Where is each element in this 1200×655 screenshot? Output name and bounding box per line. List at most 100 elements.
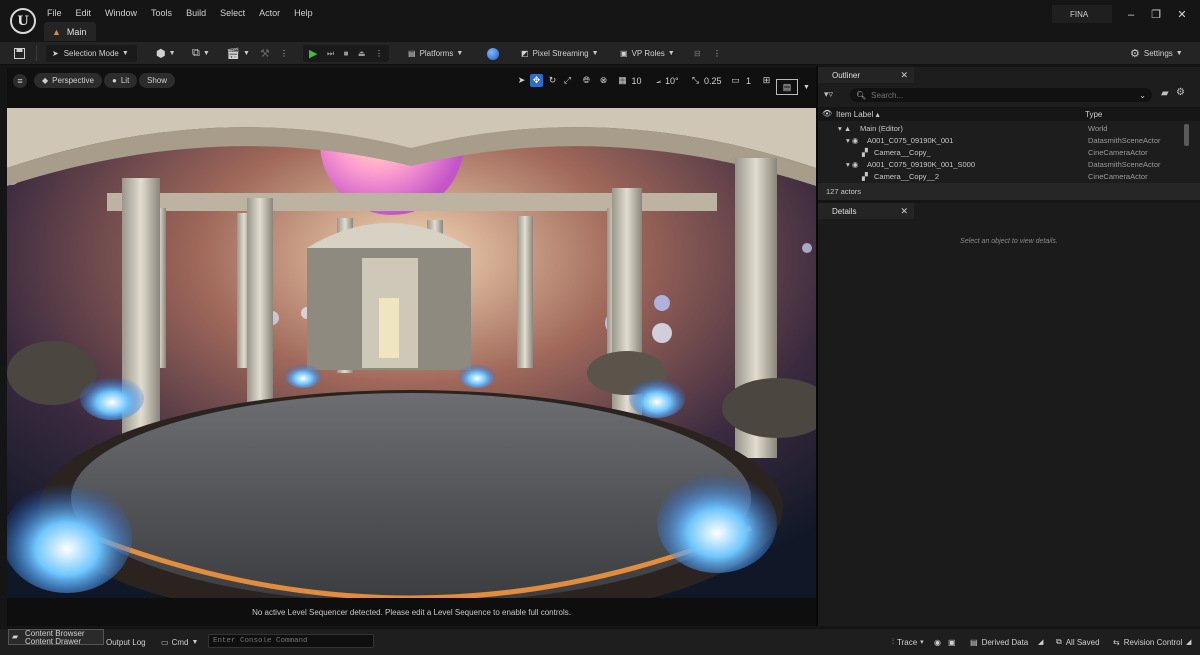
menu-build[interactable]: Build xyxy=(186,8,206,18)
rotation-snap-icon[interactable]: ⦟ xyxy=(652,74,665,87)
menu-actor[interactable]: Actor xyxy=(259,8,280,18)
status-bar: ✕ Output Log ▭ Cmd ▼ ⫶ Trace ▾ ◉ ▣ ▤ Der… xyxy=(0,628,1200,655)
outliner-row[interactable]: ▞ Camera__Copy__2 CineCameraActor xyxy=(818,172,1184,182)
screenshot-icon[interactable]: ▣ xyxy=(948,635,956,649)
console-command-input[interactable] xyxy=(208,634,374,648)
platforms-label: Platforms xyxy=(419,49,454,58)
row-label: Main (Editor) xyxy=(860,124,903,133)
show-button[interactable]: Show xyxy=(139,73,176,88)
save-all-icon: ⧉ xyxy=(1056,637,1062,646)
close-icon[interactable]: ✕ xyxy=(900,206,908,217)
maximize-button[interactable]: ❐ xyxy=(1149,8,1163,22)
title-bar: U File Edit Window Tools Build Select Ac… xyxy=(0,0,1200,42)
camera-speed-value[interactable]: 1 xyxy=(742,74,755,87)
column-type[interactable]: Type xyxy=(1085,110,1102,119)
minimize-button[interactable]: – xyxy=(1124,8,1138,22)
menu-window[interactable]: Window xyxy=(105,8,137,18)
vr-icon[interactable]: ⊟ xyxy=(694,45,701,62)
outliner-row[interactable]: ▞ Camera__Copy_ CineCameraActor xyxy=(818,148,1184,160)
add-folder-icon[interactable]: ▰ xyxy=(1161,88,1169,99)
hamburger-menu-icon[interactable]: ≡ xyxy=(13,74,27,88)
level-tab-label: Main xyxy=(66,26,87,37)
grid-snap-value[interactable]: 10 xyxy=(630,74,643,87)
add-actor-button[interactable]: ⬢ ▼ xyxy=(156,45,176,62)
search-input[interactable] xyxy=(871,90,1132,100)
chevron-down-icon: ▼ xyxy=(591,50,599,57)
modeling-tools-button[interactable]: ⚒ xyxy=(260,45,270,62)
source-control-globe-icon[interactable] xyxy=(487,45,499,62)
derived-data-button[interactable]: ▤ Derived Data xyxy=(970,635,1028,649)
chevron-down-icon[interactable]: ▼ xyxy=(800,81,813,94)
layout-icon[interactable]: ▤ xyxy=(776,79,798,95)
gear-icon[interactable]: ⚙ xyxy=(1176,87,1185,98)
close-window-button[interactable]: ✕ xyxy=(1175,8,1189,22)
scene-actor-icon: ▾ ◉ xyxy=(846,160,859,169)
visibility-eye-icon[interactable]: 👁︎ xyxy=(822,109,832,118)
record-icon[interactable]: ◉ xyxy=(934,635,941,649)
lit-button[interactable]: ● Lit xyxy=(104,73,138,88)
play-options-icon[interactable]: ⋮ xyxy=(375,49,383,58)
level-viewport[interactable]: ≡ ◆ Perspective ● Lit Show ➤ ✥ ↻ ⤢ 🌐︎ ⊗ … xyxy=(7,68,816,626)
revision-control-icon: ⇆ xyxy=(1113,637,1120,647)
chevron-down-icon: ▼ xyxy=(667,50,675,57)
cmd-dropdown[interactable]: ▭ Cmd ▼ xyxy=(161,635,198,649)
save-icon[interactable] xyxy=(14,45,25,62)
chevron-down-icon: ▼ xyxy=(456,50,464,57)
advance-frame-icon[interactable]: ⏭ xyxy=(327,49,334,59)
pixel-streaming-button[interactable]: ◩ Pixel Streaming ▼ xyxy=(521,45,599,62)
perspective-button[interactable]: ◆ Perspective xyxy=(34,73,102,88)
close-icon[interactable]: ✕ xyxy=(900,70,908,81)
blueprints-button[interactable]: ⧉ ▼ xyxy=(192,45,210,62)
rotation-snap-value[interactable]: 10° xyxy=(665,74,679,87)
maximize-viewport-icon[interactable]: ⊞ xyxy=(760,74,773,87)
eject-icon[interactable]: ⏏ xyxy=(358,49,366,58)
menu-help[interactable]: Help xyxy=(294,8,313,18)
scene-render[interactable] xyxy=(7,108,816,598)
menu-tools[interactable]: Tools xyxy=(151,8,172,18)
selection-mode-dropdown[interactable]: ➤ Selection Mode ▼ xyxy=(46,45,137,62)
output-log-button[interactable]: Output Log xyxy=(106,635,146,649)
details-tab[interactable]: Details ✕ xyxy=(818,203,914,219)
revision-control-button[interactable]: ⇆ Revision Control xyxy=(1113,635,1182,649)
scale-snap-icon[interactable]: ⤡ xyxy=(689,74,702,87)
platforms-button[interactable]: ▤ Platforms ▼ xyxy=(408,45,463,62)
outliner-row[interactable]: ▾ ▲ Main (Editor) World xyxy=(818,124,1184,136)
select-tool-icon[interactable]: ➤ xyxy=(515,74,528,87)
translate-tool-icon[interactable]: ✥ xyxy=(530,74,543,87)
toolbar-more-button-2[interactable]: ⋮ xyxy=(713,45,721,62)
outliner-scrollbar[interactable] xyxy=(1184,124,1189,146)
menu-select[interactable]: Select xyxy=(220,8,245,18)
stop-icon[interactable]: ■ xyxy=(344,49,349,58)
hammer-icon: ⚒ xyxy=(260,48,270,60)
filter-icon[interactable]: ▾▿ xyxy=(824,89,833,100)
play-icon[interactable]: ▶ xyxy=(309,47,317,60)
scale-snap-value[interactable]: 0.25 xyxy=(704,74,722,87)
settings-button[interactable]: ⚙ Settings ▼ xyxy=(1130,45,1183,62)
surface-snap-icon[interactable]: ⊗ xyxy=(597,74,610,87)
unreal-logo-icon[interactable]: U xyxy=(10,8,36,34)
grid-snap-icon[interactable]: ▦ xyxy=(616,74,629,87)
column-item-label[interactable]: Item Label ▴ xyxy=(836,110,880,119)
scale-tool-icon[interactable]: ⤢ xyxy=(561,74,574,87)
clapperboard-icon: 🎬︎ xyxy=(226,48,240,60)
menu-edit[interactable]: Edit xyxy=(76,8,92,18)
outliner-row[interactable]: ▾ ◉ A001_C075_09190K_001_S000 DatasmithS… xyxy=(818,160,1184,172)
outliner-search[interactable]: 🔍︎ ⌄ xyxy=(850,88,1152,102)
content-drawer-button[interactable]: ▰ Content Browser Content Drawer xyxy=(8,629,104,646)
camera-speed-icon[interactable]: ▭ xyxy=(729,74,742,87)
outliner-row[interactable]: ▾ ◉ A001_C075_09190K_001 DatasmithSceneA… xyxy=(818,136,1184,148)
rotate-tool-icon[interactable]: ↻ xyxy=(546,74,559,87)
toolbar-more-button[interactable]: ⋮ xyxy=(280,45,288,62)
viewport-toolbar: ≡ ◆ Perspective ● Lit Show ➤ ✥ ↻ ⤢ 🌐︎ ⊗ … xyxy=(7,68,816,108)
menu-file[interactable]: File xyxy=(47,8,62,18)
chevron-down-icon: ▼ xyxy=(202,50,210,57)
all-saved-button[interactable]: ⧉ All Saved xyxy=(1056,635,1100,649)
vp-roles-button[interactable]: ▣ VP Roles ▼ xyxy=(620,45,675,62)
level-tab[interactable]: ▲ Main xyxy=(44,22,97,41)
world-space-icon[interactable]: 🌐︎ xyxy=(580,74,593,87)
outliner-tab[interactable]: Outliner ✕ xyxy=(818,67,914,83)
row-label: A001_C075_09190K_001 xyxy=(867,136,954,145)
trace-button[interactable]: ⫶ Trace ▾ xyxy=(892,635,924,649)
chevron-down-icon[interactable]: ⌄ xyxy=(1139,91,1146,100)
cinematics-button[interactable]: 🎬︎ ▼ xyxy=(226,45,250,62)
